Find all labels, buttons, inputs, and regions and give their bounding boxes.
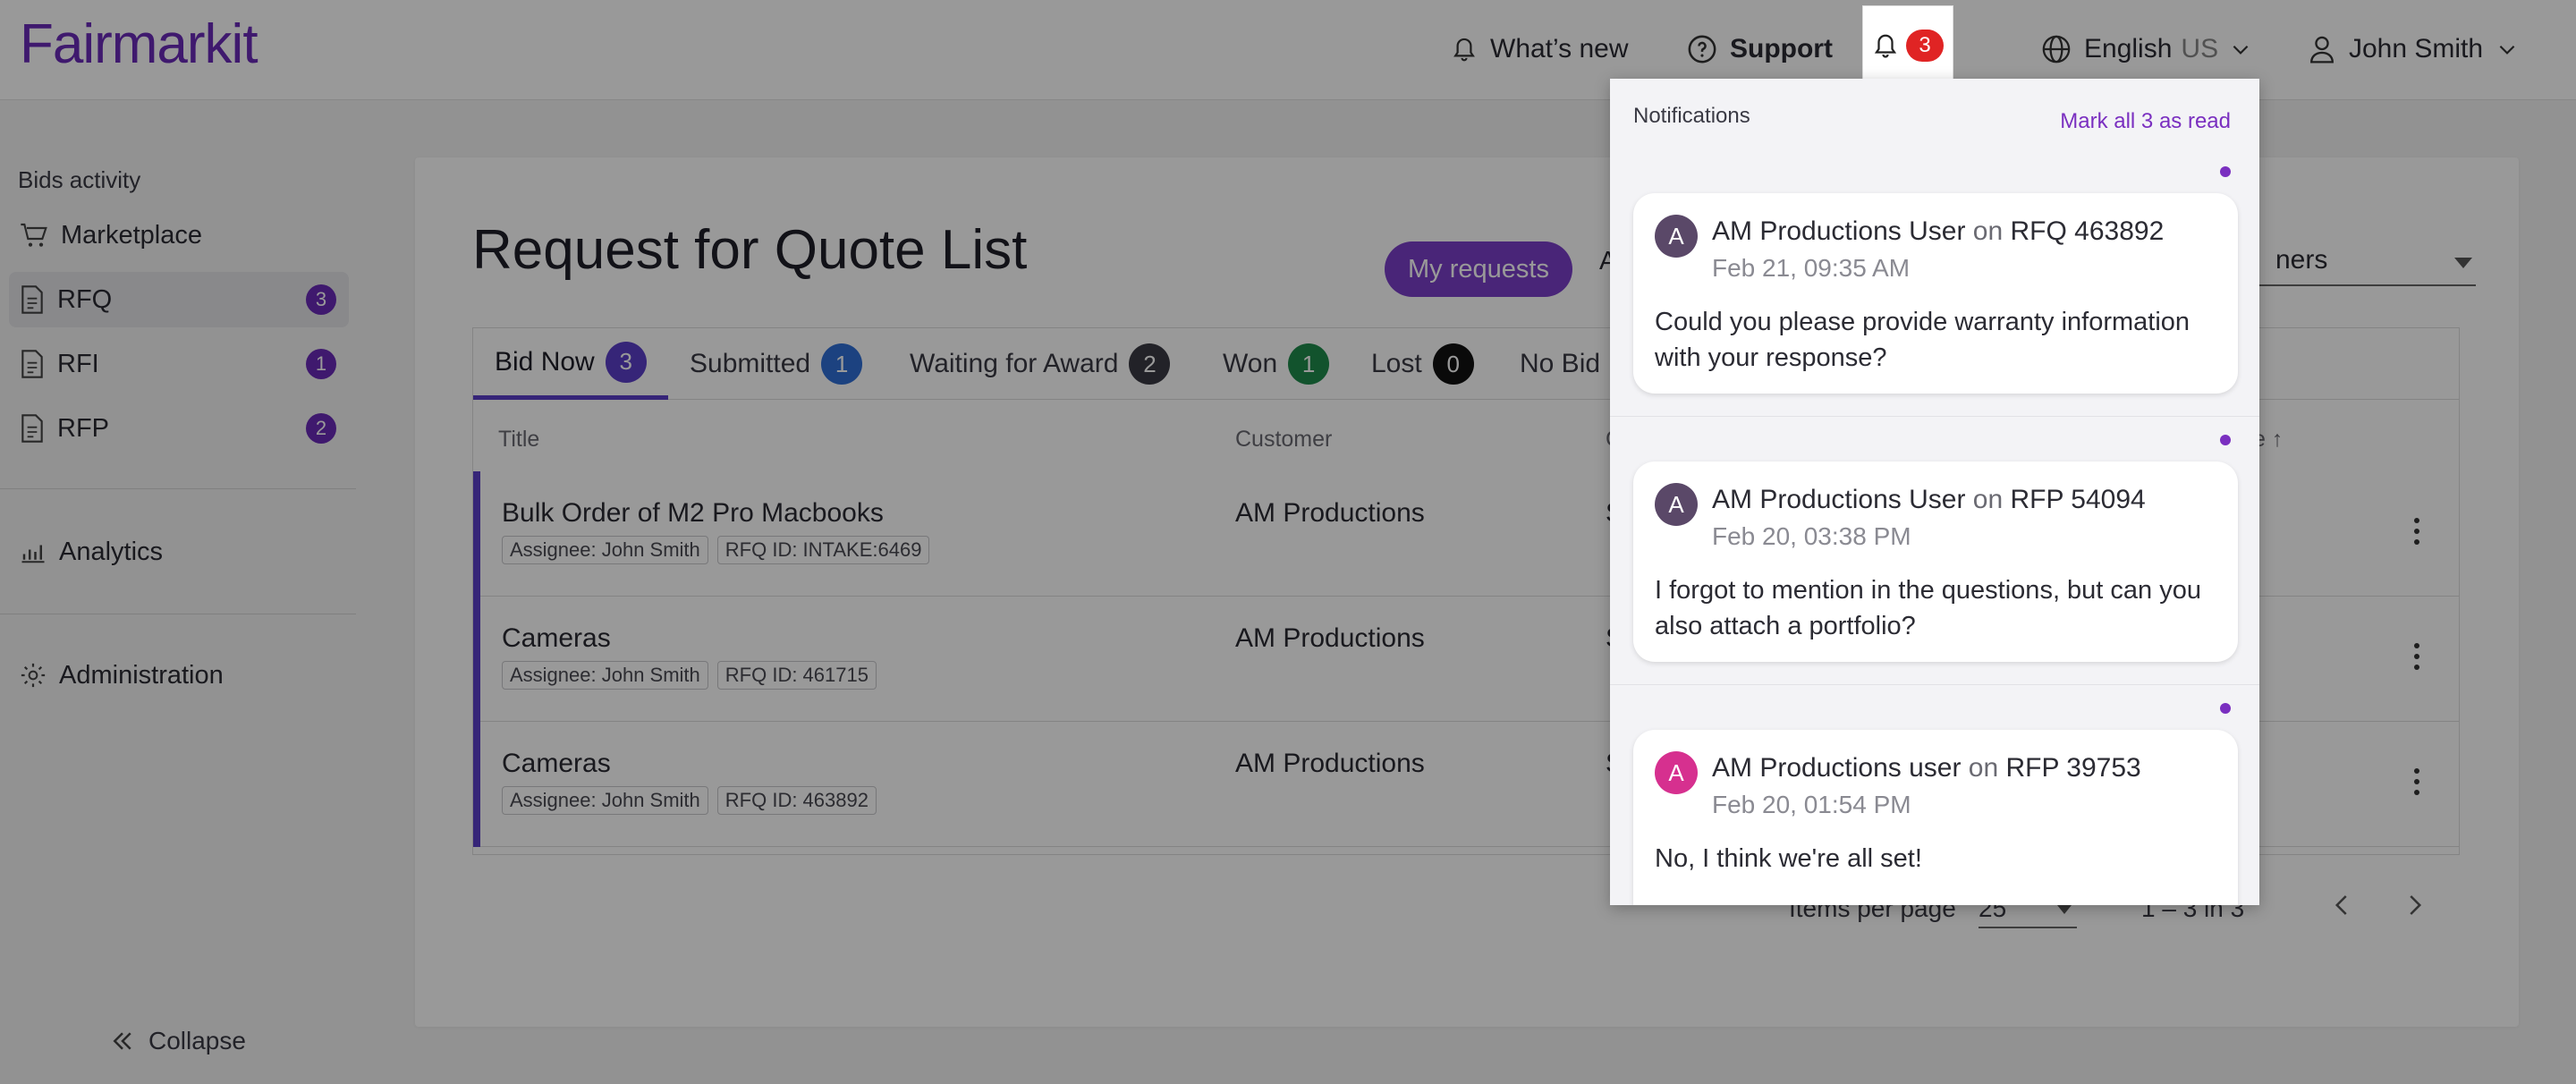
notification-headline: AM Productions User on RFP 54094 [1712,485,2146,515]
notification-message: I forgot to mention in the questions, bu… [1655,576,2201,640]
mark-all-read-link[interactable]: Mark all 3 as read [2060,109,2231,134]
unread-dot [2220,703,2231,714]
notifications-title: Notifications [1633,104,1750,128]
notification-item[interactable]: A AM Productions User on RFQ 463892 Feb … [1610,148,2259,417]
avatar: A [1655,483,1698,526]
notification-on: on [1972,216,2004,246]
avatar: A [1655,751,1698,794]
unread-dot [2220,435,2231,445]
notification-card[interactable]: A AM Productions User on RFQ 463892 Feb … [1633,193,2238,394]
notification-on: on [1972,485,2004,514]
notification-user: AM Productions User [1712,485,1966,514]
unread-dot [2220,166,2231,177]
bell-icon [1875,34,1897,58]
notifications-button[interactable]: 3 [1862,5,1953,86]
avatar: A [1655,215,1698,258]
notification-on: on [1968,753,1999,783]
notification-date: Feb 20, 01:54 PM [1712,791,1911,818]
notification-headline: AM Productions user on RFP 39753 [1712,753,2141,783]
notification-user: AM Productions User [1712,216,1966,246]
notification-item[interactable]: A AM Productions User on RFP 54094 Feb 2… [1610,417,2259,685]
notification-item[interactable]: A AM Productions user on RFP 39753 Feb 2… [1610,685,2259,905]
notification-headline: AM Productions User on RFQ 463892 [1712,216,2164,247]
notification-date: Feb 21, 09:35 AM [1712,254,1911,282]
notification-date: Feb 20, 03:38 PM [1712,522,1911,550]
notification-count-badge: 3 [1906,30,1944,62]
notification-user: AM Productions user [1712,753,1962,783]
notification-message: No, I think we're all set! [1655,844,1922,873]
notifications-panel: Notifications Mark all 3 as read A AM Pr… [1610,79,2259,905]
notification-target[interactable]: RFP 39753 [2006,753,2141,783]
notification-target[interactable]: RFQ 463892 [2011,216,2165,246]
notification-target[interactable]: RFP 54094 [2011,485,2146,514]
notification-message: Could you please provide warranty inform… [1655,308,2190,372]
notification-card[interactable]: A AM Productions user on RFP 39753 Feb 2… [1633,730,2238,905]
notification-card[interactable]: A AM Productions User on RFP 54094 Feb 2… [1633,462,2238,662]
